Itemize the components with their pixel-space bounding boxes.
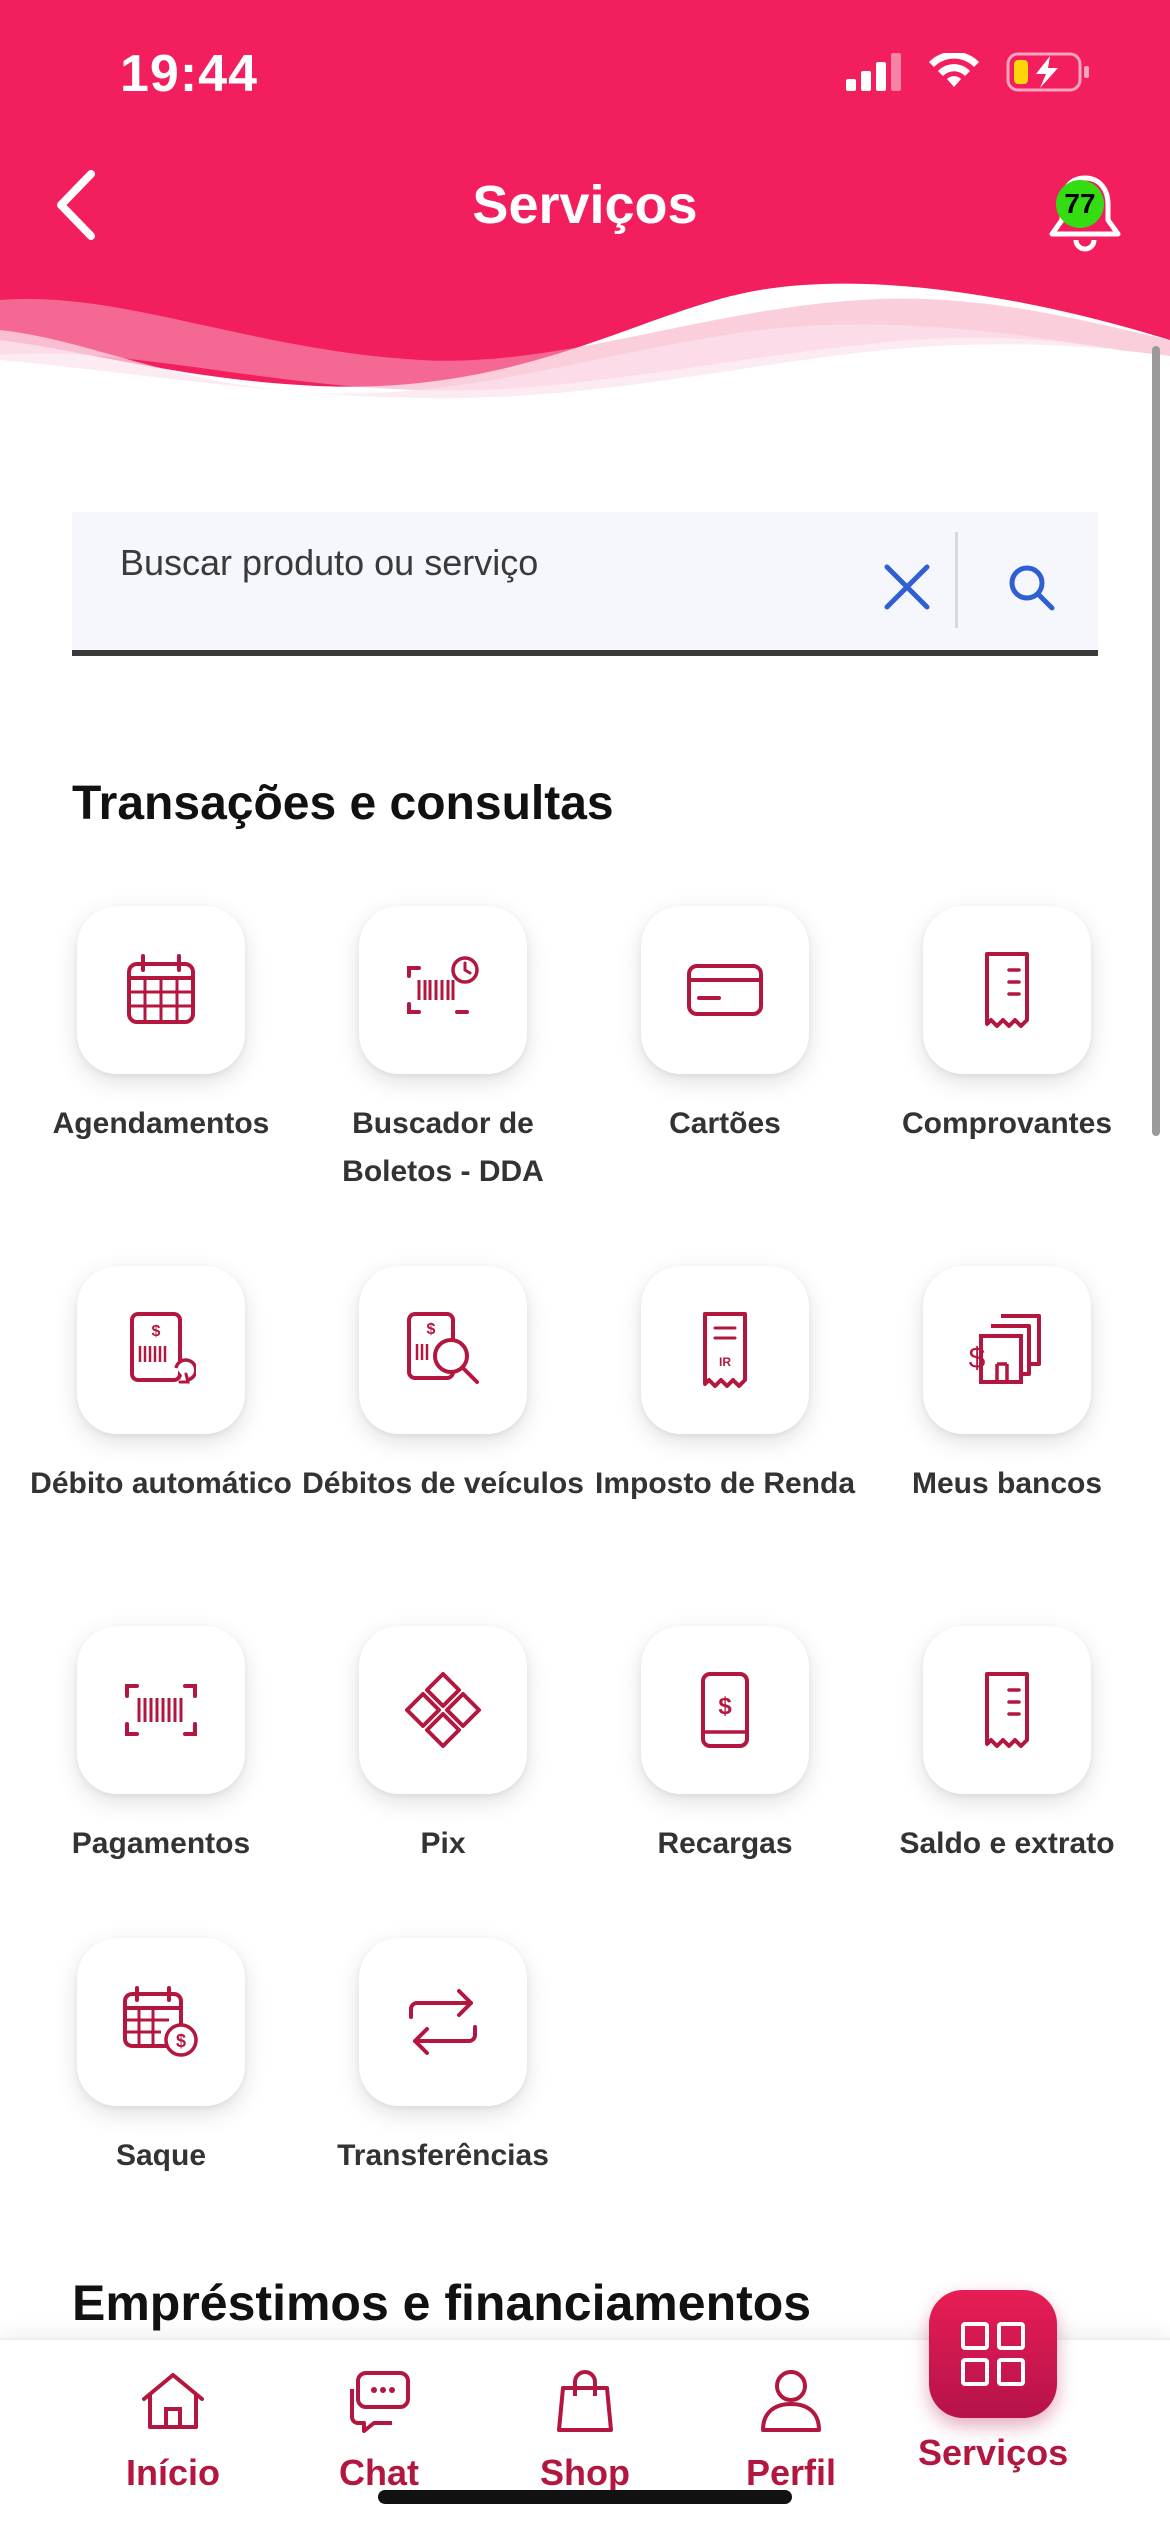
withdraw-calendar-icon: $ bbox=[123, 1986, 198, 2057]
phone-recharge-icon: $ bbox=[701, 1672, 749, 1748]
tile-label: Recargas bbox=[657, 1827, 793, 1860]
svg-text:$: $ bbox=[718, 1693, 732, 1720]
nav-item-shop[interactable]: Shop bbox=[500, 2356, 670, 2494]
header: 19:44 Serviços 77 bbox=[0, 0, 1170, 420]
tile-icon-box: $ bbox=[77, 1938, 245, 2106]
tile-label: Saldo e extrato bbox=[899, 1827, 1115, 1860]
tile-label: Agendamentos bbox=[52, 1107, 270, 1140]
tile-label: Pagamentos bbox=[71, 1827, 251, 1860]
person-icon bbox=[761, 2370, 821, 2432]
tile-icon-box bbox=[359, 906, 527, 1074]
tile-saldo-extrato[interactable]: Saldo e extrato bbox=[866, 1626, 1148, 1868]
search-bar bbox=[72, 512, 1098, 656]
tile-saque[interactable]: $ Saque bbox=[20, 1938, 302, 2180]
tile-cartoes[interactable]: Cartões bbox=[584, 906, 866, 1148]
tile-icon-box: $ bbox=[359, 1266, 527, 1434]
clear-search-button[interactable] bbox=[872, 552, 942, 622]
receipt-icon bbox=[985, 952, 1029, 1028]
services-screen: 19:44 Serviços 77 Buscar produto ou serv… bbox=[0, 0, 1170, 2532]
calendar-icon bbox=[127, 954, 195, 1024]
tile-label: Comprovantes bbox=[901, 1107, 1113, 1140]
search-icon bbox=[1009, 565, 1055, 611]
tile-pagamentos[interactable]: Pagamentos bbox=[20, 1626, 302, 1868]
home-icon bbox=[142, 2373, 204, 2429]
tile-recargas[interactable]: $ Recargas bbox=[584, 1626, 866, 1868]
grid-icon bbox=[961, 2322, 1025, 2386]
nav-label: Shop bbox=[540, 2452, 630, 2493]
tile-label: Transferências bbox=[337, 2139, 549, 2172]
tile-icon-box bbox=[923, 1626, 1091, 1794]
tile-pix[interactable]: Pix bbox=[302, 1626, 584, 1868]
nav-item-perfil[interactable]: Perfil bbox=[706, 2356, 876, 2494]
vehicle-debit-search-icon: $ bbox=[407, 1312, 479, 1384]
tile-label: Meus bancos bbox=[911, 1467, 1103, 1500]
tile-icon-box bbox=[923, 906, 1091, 1074]
notifications-button[interactable]: 77 bbox=[1040, 168, 1130, 258]
notification-badge: 77 bbox=[1056, 180, 1104, 228]
tile-icon-box: $ bbox=[641, 1626, 809, 1794]
tile-comprovantes[interactable]: Comprovantes bbox=[866, 906, 1148, 1148]
tile-label: Débitos de veículos bbox=[302, 1467, 584, 1500]
status-time: 19:44 bbox=[120, 45, 258, 103]
nav-label: Chat bbox=[339, 2452, 419, 2493]
barcode-clock-icon bbox=[407, 956, 479, 1014]
tile-icon-box bbox=[77, 906, 245, 1074]
signal-icon bbox=[846, 53, 901, 91]
tile-icon-box bbox=[641, 906, 809, 1074]
svg-text:IR: IR bbox=[719, 1355, 731, 1369]
svg-text:$: $ bbox=[427, 1321, 436, 1338]
search-button[interactable] bbox=[996, 552, 1066, 622]
tile-icon-box bbox=[77, 1626, 245, 1794]
tile-meus-bancos[interactable]: $ Meus bancos bbox=[866, 1266, 1148, 1508]
tile-transferencias[interactable]: Transferências bbox=[302, 1938, 584, 2180]
tile-agendamentos[interactable]: Agendamentos bbox=[20, 906, 302, 1148]
tile-debitos-veiculos[interactable]: $ Débitos de veículos bbox=[302, 1266, 584, 1508]
svg-text:$: $ bbox=[152, 1323, 161, 1340]
banks-icon: $ bbox=[969, 1314, 1041, 1384]
tile-icon-box bbox=[359, 1626, 527, 1794]
close-icon bbox=[884, 564, 930, 610]
tile-label: Débito automático bbox=[30, 1467, 292, 1500]
battery-charging-icon bbox=[1006, 52, 1089, 92]
shopping-bag-icon bbox=[557, 2370, 613, 2432]
tile-buscador-boletos[interactable]: Buscador de Boletos - DDA bbox=[302, 906, 584, 1196]
svg-text:$: $ bbox=[969, 1342, 986, 1375]
chat-icon bbox=[350, 2371, 410, 2433]
pix-icon bbox=[405, 1672, 481, 1748]
search-input[interactable] bbox=[120, 528, 880, 598]
statement-icon bbox=[985, 1672, 1029, 1748]
auto-debit-icon: $ bbox=[130, 1312, 196, 1384]
barcode-icon bbox=[125, 1684, 197, 1736]
nav-item-chat[interactable]: Chat bbox=[294, 2356, 464, 2494]
services-fab bbox=[929, 2290, 1057, 2418]
svg-text:$: $ bbox=[176, 2031, 186, 2051]
search-divider bbox=[955, 532, 958, 628]
tile-icon-box: IR bbox=[641, 1266, 809, 1434]
section-title-transactions: Transações e consultas bbox=[72, 777, 614, 830]
tile-debito-automatico[interactable]: $ Débito automático bbox=[20, 1266, 302, 1508]
tile-icon-box: $ bbox=[923, 1266, 1091, 1434]
tile-label: Buscador de Boletos - DDA bbox=[342, 1107, 544, 1188]
card-icon bbox=[687, 964, 763, 1016]
nav-item-inicio[interactable]: Início bbox=[88, 2356, 258, 2494]
nav-label: Início bbox=[125, 2452, 220, 2493]
nav-label: Serviços bbox=[918, 2432, 1069, 2473]
tax-receipt-icon: IR bbox=[703, 1312, 747, 1388]
wifi-icon bbox=[929, 53, 979, 87]
tile-label: Imposto de Renda bbox=[594, 1467, 856, 1500]
tile-label: Pix bbox=[420, 1827, 466, 1860]
tile-imposto-renda[interactable]: IR Imposto de Renda bbox=[584, 1266, 866, 1508]
nav-item-servicos[interactable]: Serviços bbox=[918, 2290, 1068, 2474]
tile-label: Cartões bbox=[669, 1107, 781, 1140]
scrollbar[interactable] bbox=[1152, 346, 1160, 1136]
transfer-arrows-icon bbox=[409, 1989, 477, 2055]
section-title-loans: Empréstimos e financiamentos bbox=[72, 2275, 812, 2331]
status-icons bbox=[846, 52, 1090, 92]
page-title: Serviços bbox=[472, 175, 698, 235]
home-indicator bbox=[378, 2490, 792, 2504]
tile-icon-box bbox=[359, 1938, 527, 2106]
tile-icon-box: $ bbox=[77, 1266, 245, 1434]
nav-label: Perfil bbox=[745, 2452, 837, 2493]
tile-label: Saque bbox=[115, 2139, 207, 2172]
